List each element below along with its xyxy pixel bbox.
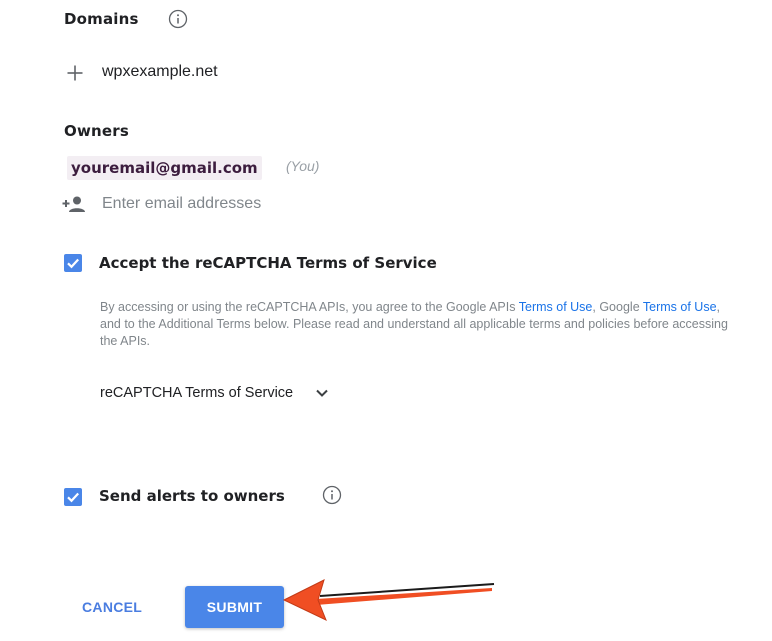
- add-domain-plus-icon[interactable]: [66, 64, 84, 87]
- terms-text-2: , Google: [592, 300, 643, 314]
- terms-text-1: By accessing or using the reCAPTCHA APIs…: [100, 300, 519, 314]
- send-alerts-label[interactable]: Send alerts to owners: [99, 487, 285, 505]
- submit-button[interactable]: SUBMIT: [185, 586, 284, 628]
- alerts-info-icon[interactable]: [322, 485, 342, 510]
- domains-info-icon[interactable]: [168, 9, 188, 34]
- terms-of-service-dropdown[interactable]: reCAPTCHA Terms of Service: [100, 385, 329, 401]
- owner-you-tag: (You): [286, 158, 320, 174]
- accept-terms-checkbox[interactable]: [64, 254, 82, 272]
- accept-terms-label[interactable]: Accept the reCAPTCHA Terms of Service: [99, 254, 437, 272]
- cancel-button[interactable]: CANCEL: [82, 599, 142, 615]
- terms-dropdown-label: reCAPTCHA Terms of Service: [100, 385, 294, 401]
- owner-email-input[interactable]: [102, 194, 402, 214]
- domain-item: wpxexample.net: [102, 63, 218, 80]
- owner-email-chip: youremail@gmail.com: [67, 156, 262, 180]
- person-add-icon: [62, 195, 86, 218]
- arrow-left-icon: [280, 574, 496, 629]
- checkmark-icon: [67, 258, 80, 269]
- send-alerts-checkbox[interactable]: [64, 488, 82, 506]
- owners-heading: Owners: [64, 122, 129, 140]
- checkmark-icon: [67, 492, 80, 503]
- terms-of-use-link-1[interactable]: Terms of Use: [519, 300, 593, 314]
- terms-description: By accessing or using the reCAPTCHA APIs…: [100, 299, 740, 350]
- domains-heading: Domains: [64, 10, 139, 28]
- chevron-down-icon: [316, 389, 328, 397]
- terms-of-use-link-2[interactable]: Terms of Use: [643, 300, 717, 314]
